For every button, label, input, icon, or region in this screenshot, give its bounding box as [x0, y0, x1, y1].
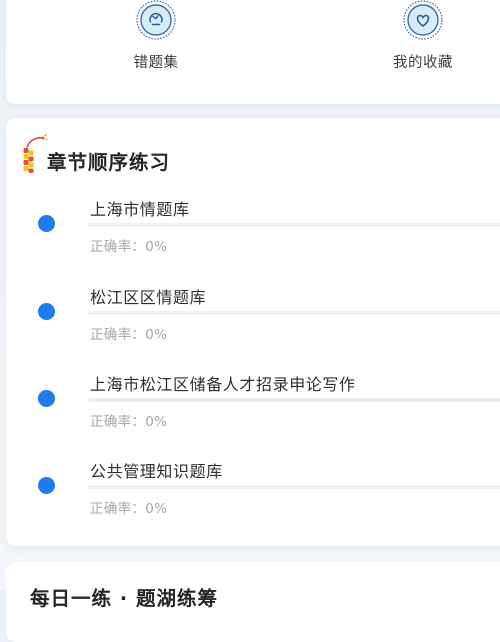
chapter-item[interactable]: 上海市情题库 正确率：0% — [6, 178, 500, 258]
accuracy-text: 正确率：0% — [90, 414, 168, 430]
chapter-practice-card: 章节顺序练习 上海市情题库 正确率：0% 松江区区情题库 正确率：0% 上海市松… — [6, 118, 500, 546]
chapter-title: 松江区区情题库 — [90, 288, 207, 307]
favorites-entry[interactable]: 我的收藏 — [363, 0, 483, 72]
accuracy-progress-bar — [88, 223, 500, 227]
chapter-item[interactable]: 公共管理知识题库 正确率：0% — [6, 440, 500, 520]
chapter-title: 公共管理知识题库 — [90, 462, 223, 481]
accuracy-text: 正确率：0% — [90, 501, 168, 517]
favorites-heart-icon — [403, 0, 443, 40]
accuracy-text: 正确率：0% — [90, 239, 168, 255]
wrong-questions-label: 错题集 — [133, 55, 179, 71]
chapter-title: 上海市松江区储备人才招录申论写作 — [90, 375, 356, 394]
wrong-questions-icon — [136, 0, 176, 40]
accuracy-progress-bar — [88, 311, 500, 315]
chapter-bullet-dot — [38, 477, 55, 494]
chapter-item[interactable]: 上海市松江区储备人才招录申论写作 正确率：0% — [6, 353, 500, 433]
chapter-title: 上海市情题库 — [90, 200, 190, 219]
accuracy-text: 正确率：0% — [90, 327, 168, 343]
chapter-bullet-dot — [38, 303, 55, 320]
chapter-section-title: 章节顺序练习 — [47, 151, 171, 174]
accuracy-progress-bar — [88, 398, 500, 402]
wrong-questions-entry[interactable]: 错题集 — [96, 0, 216, 72]
chapter-item[interactable]: 松江区区情题库 正确率：0% — [6, 266, 500, 346]
daily-practice-card: 每日一练 · 题湖练筹 — [6, 562, 500, 642]
accuracy-progress-bar — [88, 485, 500, 489]
quick-entry-card: 错题集 我的收藏 — [6, 0, 500, 104]
favorites-label: 我的收藏 — [393, 55, 453, 71]
chapter-bullet-dot — [38, 390, 55, 407]
chapter-bullet-dot — [38, 215, 55, 232]
daily-section-title: 每日一练 · 题湖练筹 — [30, 587, 218, 610]
firecracker-icon — [22, 134, 48, 174]
